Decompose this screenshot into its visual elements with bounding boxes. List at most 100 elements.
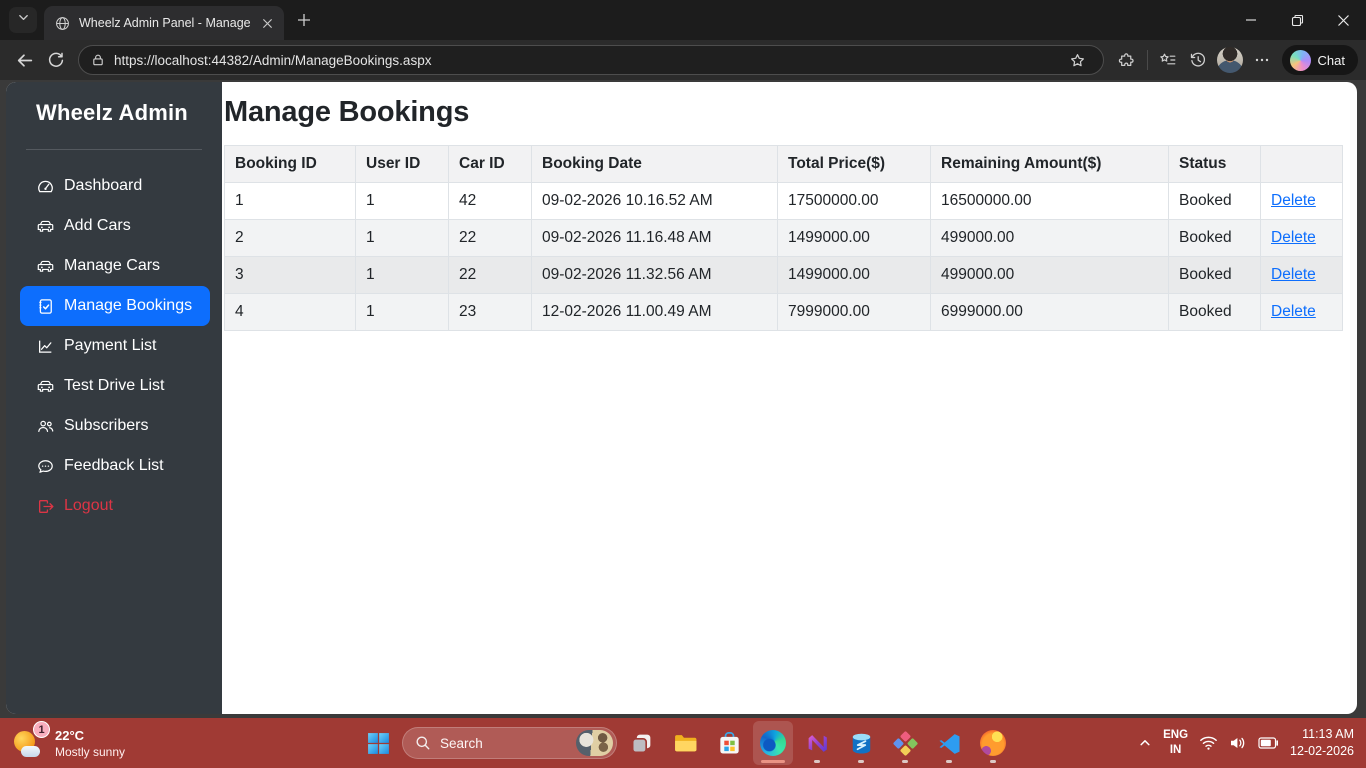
sidebar-item-manage-cars[interactable]: Manage Cars — [20, 246, 210, 286]
sidebar-item-label: Manage Bookings — [64, 297, 193, 314]
clock-time: 11:13 AM — [1302, 727, 1354, 742]
cell-user_id: 1 — [355, 219, 449, 257]
edge-button[interactable] — [753, 721, 793, 765]
cell-total_price: 1499000.00 — [777, 219, 931, 257]
car-icon — [36, 218, 54, 235]
cell-status: Booked — [1168, 293, 1261, 331]
visual-studio-icon — [808, 734, 827, 752]
page-title: Manage Bookings — [224, 96, 470, 128]
favorites-icon[interactable] — [1153, 45, 1183, 75]
sidebar-item-subscribers[interactable]: Subscribers — [20, 406, 210, 446]
wifi-icon[interactable] — [1199, 735, 1218, 751]
sidebar-item-dashboard[interactable]: Dashboard — [20, 166, 210, 206]
copilot-icon — [1289, 49, 1311, 71]
cell-booking_date: 09-02-2026 11.32.56 AM — [531, 256, 778, 294]
cell-booking_date: 09-02-2026 11.16.48 AM — [531, 219, 778, 257]
refresh-button[interactable] — [40, 44, 72, 76]
sidebar-item-add-cars[interactable]: Add Cars — [20, 206, 210, 246]
extensions-icon[interactable] — [1112, 45, 1142, 75]
sidebar-item-payment-list[interactable]: Payment List — [20, 326, 210, 366]
chat-dots-icon — [36, 458, 54, 475]
address-bar[interactable]: https://localhost:44382/Admin/ManageBook… — [78, 45, 1104, 75]
task-view-button[interactable] — [621, 721, 661, 765]
sidebar-item-logout[interactable]: Logout — [20, 486, 210, 526]
windows-logo-icon — [367, 732, 389, 754]
tab-close-icon[interactable] — [258, 14, 277, 33]
folder-icon — [674, 734, 696, 751]
cell-status: Booked — [1168, 182, 1261, 220]
tab-search-button[interactable] — [9, 7, 37, 33]
weather-widget[interactable]: 1 22°C Mostly sunny — [14, 718, 125, 768]
cell-action: Delete — [1260, 256, 1343, 294]
browser-toolbar: https://localhost:44382/Admin/ManageBook… — [0, 40, 1366, 80]
volume-icon[interactable] — [1229, 735, 1247, 751]
battery-icon[interactable] — [1258, 736, 1279, 750]
column-header: Car ID — [448, 145, 532, 183]
sidebar-item-label: Dashboard — [64, 177, 143, 194]
sidebar: Wheelz Admin Dashboard Add Cars Manage Car… — [6, 82, 222, 714]
colored-diamond-icon — [892, 730, 918, 756]
table-row: 4 1 23 12-02-2026 11.00.49 AM 7999000.00 6999… — [224, 293, 1343, 331]
history-icon[interactable] — [1183, 45, 1213, 75]
search-highlight-image[interactable] — [576, 730, 613, 756]
column-header — [1260, 145, 1343, 183]
car-icon — [36, 378, 54, 395]
restore-button[interactable] — [1274, 1, 1320, 39]
firefox-button[interactable] — [973, 721, 1013, 765]
taskbar-clock[interactable]: 11:13 AM 12-02-2026 — [1290, 726, 1354, 760]
sidebar-divider — [26, 149, 202, 150]
more-menu-icon[interactable] — [1247, 45, 1277, 75]
delete-link[interactable]: Delete — [1271, 229, 1316, 246]
sidebar-item-label: Subscribers — [64, 417, 149, 434]
taskbar-search[interactable]: Search — [402, 727, 617, 759]
new-tab-button[interactable] — [290, 6, 318, 34]
copilot-chat-button[interactable]: Chat — [1281, 45, 1358, 75]
cell-remaining: 6999000.00 — [930, 293, 1169, 331]
sidebar-item-label: Logout — [64, 497, 113, 514]
task-view-icon — [631, 734, 650, 753]
cell-user_id: 1 — [355, 182, 449, 220]
cell-action: Delete — [1260, 219, 1343, 257]
column-header: Total Price($) — [777, 145, 931, 183]
wheelz-admin-page: Wheelz Admin Dashboard Add Cars Manage Car… — [6, 82, 1357, 714]
back-button[interactable] — [8, 44, 40, 76]
vscode-button[interactable] — [929, 721, 969, 765]
close-button[interactable] — [1320, 1, 1366, 39]
cell-action: Delete — [1260, 293, 1343, 331]
file-explorer-button[interactable] — [665, 721, 705, 765]
sidebar-item-feedback-list[interactable]: Feedback List — [20, 446, 210, 486]
language-indicator[interactable]: ENG IN — [1163, 728, 1188, 758]
tab-title: Wheelz Admin Panel - Manage Bo — [79, 16, 254, 30]
delete-link[interactable]: Delete — [1271, 192, 1316, 209]
start-button[interactable] — [358, 721, 398, 765]
cell-booking_id: 4 — [224, 293, 356, 331]
lock-icon — [91, 53, 105, 67]
sidebar-item-label: Feedback List — [64, 457, 164, 474]
browser-tab[interactable]: Wheelz Admin Panel - Manage Bo — [44, 6, 284, 40]
brand-title: Wheelz Admin — [36, 100, 188, 125]
delete-link[interactable]: Delete — [1271, 266, 1316, 283]
ssms-button[interactable] — [841, 721, 881, 765]
bookmark-star-icon[interactable] — [1063, 45, 1093, 75]
table-row: 3 1 22 09-02-2026 11.32.56 AM 1499000.00 4990… — [224, 256, 1343, 294]
sidebar-item-test-drive-list[interactable]: Test Drive List — [20, 366, 210, 406]
vs-diamond-button[interactable] — [885, 721, 925, 765]
cell-user_id: 1 — [355, 256, 449, 294]
minimize-button[interactable] — [1228, 1, 1274, 39]
cell-car_id: 22 — [448, 219, 532, 257]
main-content: Manage Bookings Booking ID User ID Car ID B… — [222, 82, 1357, 714]
delete-link[interactable]: Delete — [1271, 303, 1316, 320]
hidden-icons-button[interactable] — [1138, 736, 1152, 750]
speedometer-icon — [36, 178, 54, 195]
visual-studio-button[interactable] — [797, 721, 837, 765]
sidebar-item-manage-bookings[interactable]: Manage Bookings — [20, 286, 210, 326]
cell-total_price: 17500000.00 — [777, 182, 931, 220]
profile-avatar[interactable] — [1216, 47, 1243, 73]
cell-booking_id: 2 — [224, 219, 356, 257]
cell-car_id: 22 — [448, 256, 532, 294]
microsoft-store-button[interactable] — [709, 721, 749, 765]
car-icon — [36, 258, 54, 275]
cell-booking_id: 1 — [224, 182, 356, 220]
weather-sun-cloud-icon: 1 — [14, 721, 50, 758]
browser-viewport: Wheelz Admin Dashboard Add Cars Manage Car… — [0, 80, 1366, 718]
